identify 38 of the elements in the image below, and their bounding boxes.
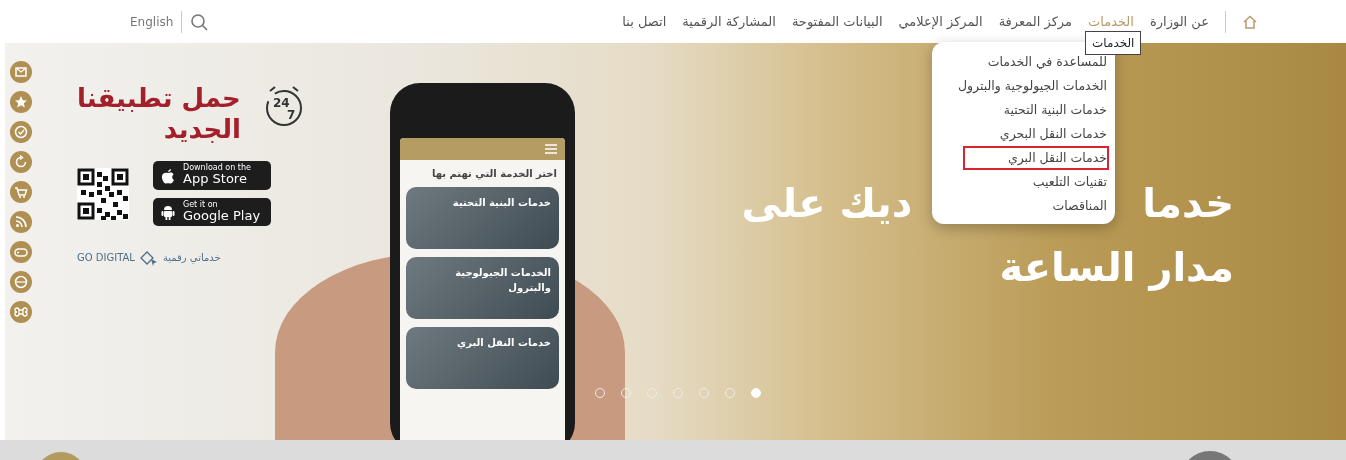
nav-link[interactable]: المشاركة الرقمية (682, 11, 776, 32)
store-badge[interactable]: Download on the App Store (153, 161, 271, 190)
check-circle-icon[interactable] (10, 121, 32, 143)
qr-code-icon (77, 167, 129, 220)
service-card: خدمات البنية التحتية (406, 187, 559, 249)
nav-link[interactable]: مركز المعرفة (998, 11, 1072, 32)
menu-icon (545, 144, 557, 154)
nav-link[interactable]: عن الوزارة (1149, 11, 1209, 32)
nav-link[interactable]: المركز الإعلامي (898, 11, 983, 32)
menu-item[interactable]: خدمات النقل البري (963, 146, 1109, 170)
home-icon[interactable] (1242, 13, 1258, 30)
headline-text: ديك على (741, 179, 913, 228)
nav-link[interactable]: البيانات المفتوحة (791, 11, 883, 32)
apple-icon (161, 167, 175, 184)
headline-text: مدار الساعة (998, 243, 1234, 293)
menu-item[interactable]: المناقصات (938, 194, 1109, 218)
menu-item[interactable]: الخدمات الجيولوجية والبترول (938, 74, 1109, 98)
tooltip: الخدمات (1085, 31, 1142, 55)
cloud-cursor-icon (138, 249, 159, 266)
refresh-icon[interactable] (10, 151, 32, 173)
envelope-icon[interactable] (10, 61, 32, 83)
service-card: خدمات النقل البري (406, 327, 559, 389)
menu-item[interactable]: خدمات البنية التحتية (938, 98, 1109, 122)
nav-link[interactable]: اتصل بنا (622, 11, 667, 32)
go-digital-label: GO DIGITAL (77, 251, 135, 266)
search-icon[interactable] (190, 12, 209, 31)
store-badge[interactable]: Get it on Google Play (153, 197, 271, 226)
menu-item[interactable]: خدمات النقل البحري (938, 122, 1109, 146)
rss-icon[interactable] (10, 211, 32, 233)
digital-services-label: خدماتي رقمية (162, 251, 221, 266)
headline-text: خدما (1142, 179, 1234, 228)
menu-item[interactable]: تقنيات التلعيب (938, 170, 1109, 194)
app-download-title: حمل تطبيقنا الجديد (77, 83, 241, 146)
cart-icon[interactable] (10, 181, 32, 203)
service-card: الخدمات الجيولوجية والبترول (406, 257, 559, 319)
android-icon (161, 203, 175, 220)
language-link[interactable]: English (130, 12, 174, 31)
phone-heading: اختر الخدمة التي تهتم بها (430, 167, 558, 182)
